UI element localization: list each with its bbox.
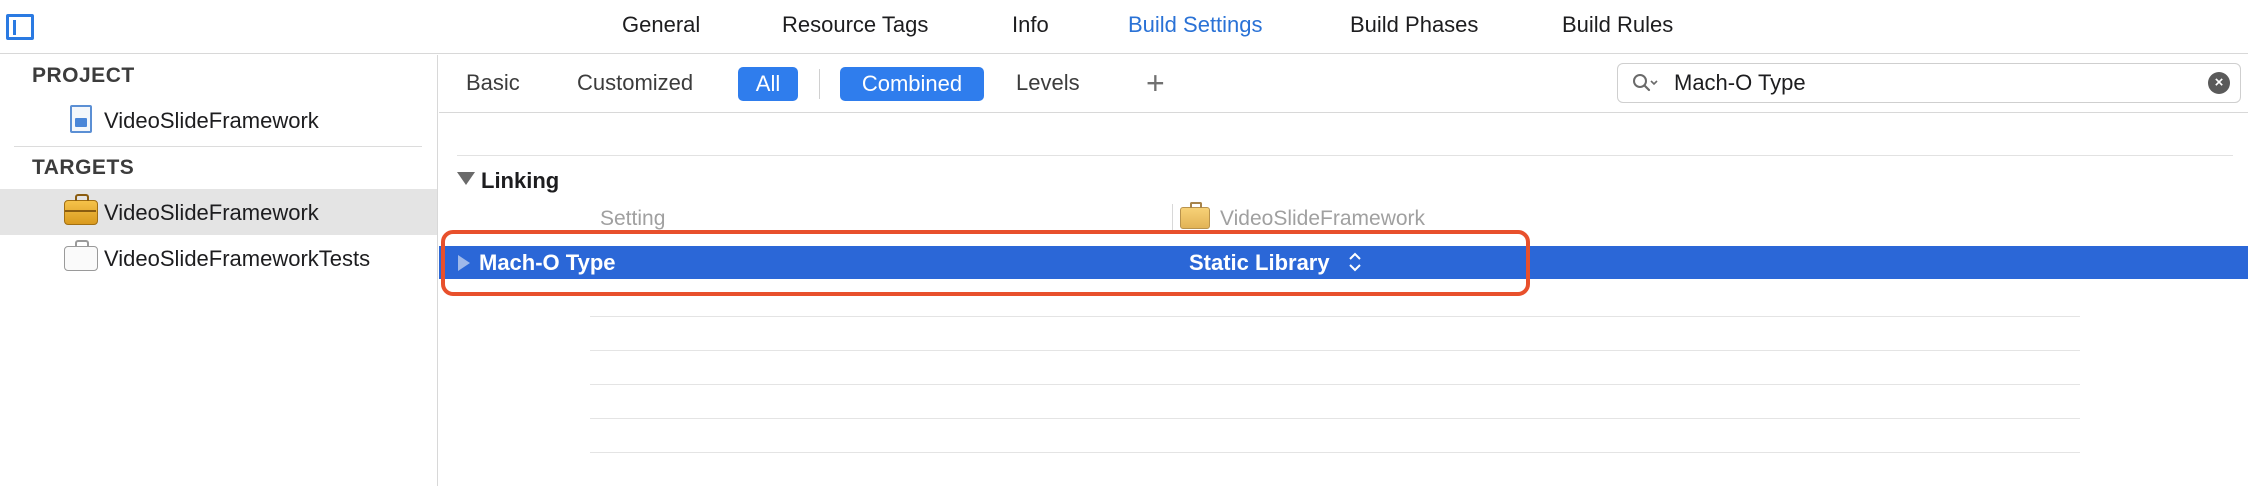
project-section-header: PROJECT bbox=[32, 64, 135, 87]
column-header-target: VideoSlideFramework bbox=[1220, 207, 1426, 230]
column-separator bbox=[1172, 204, 1173, 232]
sidebar-divider bbox=[14, 146, 422, 147]
project-file-icon bbox=[70, 105, 92, 133]
filter-all[interactable]: All bbox=[738, 67, 798, 101]
section-title-linking[interactable]: Linking bbox=[481, 168, 559, 194]
tab-build-settings[interactable]: Build Settings bbox=[1128, 12, 1263, 38]
sidebar-item-project[interactable]: VideoSlideFramework bbox=[0, 97, 437, 143]
table-divider bbox=[457, 155, 2233, 156]
section-disclosure-icon[interactable] bbox=[457, 172, 475, 185]
sidebar-item-label: VideoSlideFramework bbox=[104, 200, 319, 225]
filter-separator bbox=[819, 69, 820, 99]
build-settings-filter-bar: Basic Customized All Combined Levels + × bbox=[439, 55, 2248, 113]
tab-resource-tags[interactable]: Resource Tags bbox=[782, 12, 928, 38]
clear-search-icon[interactable]: × bbox=[2208, 72, 2230, 94]
test-bundle-icon bbox=[64, 240, 98, 271]
sidebar-item-target-tests[interactable]: VideoSlideFrameworkTests bbox=[0, 235, 437, 281]
tab-build-phases[interactable]: Build Phases bbox=[1350, 12, 1478, 38]
targets-section-header: TARGETS bbox=[32, 156, 135, 179]
search-input[interactable] bbox=[1674, 69, 2194, 97]
filter-combined[interactable]: Combined bbox=[840, 67, 984, 101]
framework-target-icon bbox=[64, 194, 98, 225]
setting-value[interactable]: Static Library bbox=[1189, 250, 1330, 276]
tab-build-rules[interactable]: Build Rules bbox=[1562, 12, 1673, 38]
build-settings-table: Linking Setting VideoSlideFramework Mach… bbox=[439, 114, 2248, 486]
setting-row-mach-o-type[interactable]: Mach-O Type Static Library bbox=[439, 246, 2248, 279]
chevron-up-down-icon[interactable] bbox=[1347, 248, 1363, 276]
project-target-navigator: PROJECT VideoSlideFramework TARGETS Vide… bbox=[0, 55, 438, 486]
filter-basic[interactable]: Basic bbox=[466, 70, 520, 96]
search-icon[interactable] bbox=[1632, 73, 1658, 95]
sidebar-item-label: VideoSlideFrameworkTests bbox=[104, 246, 371, 271]
empty-row-divider bbox=[590, 350, 2080, 351]
add-setting-button[interactable]: + bbox=[1146, 65, 1165, 102]
row-disclosure-icon[interactable] bbox=[458, 255, 470, 271]
filter-levels[interactable]: Levels bbox=[1016, 70, 1080, 96]
empty-row-divider bbox=[590, 384, 2080, 385]
column-header-setting: Setting bbox=[600, 207, 666, 230]
editor-tab-bar: General Resource Tags Info Build Setting… bbox=[0, 0, 2248, 54]
empty-row-divider bbox=[590, 452, 2080, 453]
empty-row-divider bbox=[590, 316, 2080, 317]
sidebar-toggle-icon[interactable] bbox=[6, 14, 34, 40]
tab-info[interactable]: Info bbox=[1012, 12, 1049, 38]
sidebar-item-target-framework[interactable]: VideoSlideFramework bbox=[0, 189, 437, 235]
filter-customized[interactable]: Customized bbox=[577, 70, 693, 96]
sidebar-item-label: VideoSlideFramework bbox=[104, 108, 319, 133]
search-field[interactable]: × bbox=[1617, 63, 2241, 103]
empty-row-divider bbox=[590, 418, 2080, 419]
framework-target-icon bbox=[1180, 202, 1210, 229]
tab-general[interactable]: General bbox=[622, 12, 700, 38]
setting-name: Mach-O Type bbox=[479, 250, 616, 275]
